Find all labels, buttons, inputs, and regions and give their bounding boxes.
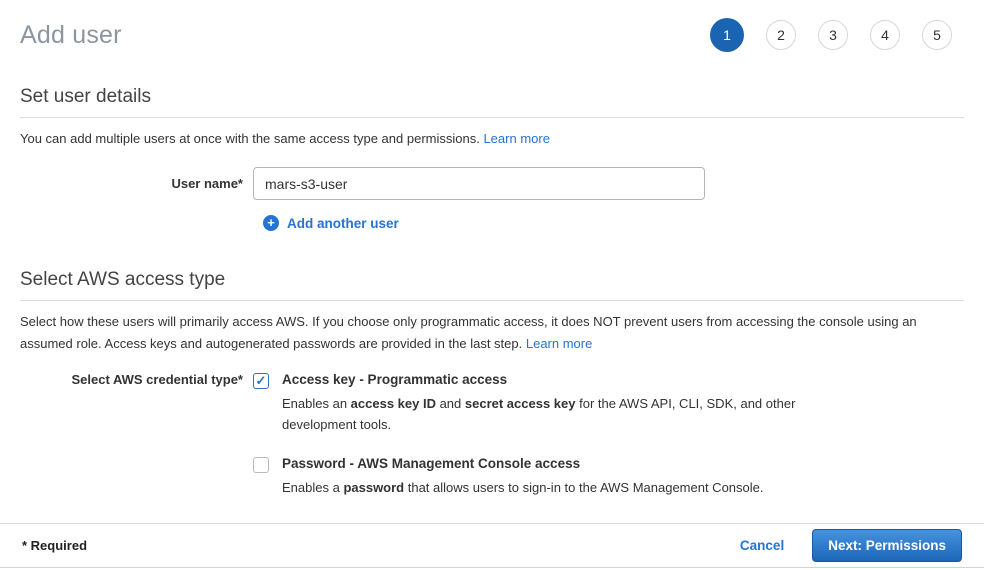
step-indicator-3: 3: [818, 20, 848, 50]
add-another-user-label: Add another user: [287, 216, 399, 231]
wizard-steps: 1 2 3 4 5: [710, 18, 952, 52]
option-access-key: Access key - Programmatic access Enables…: [253, 372, 827, 435]
section-heading-user-details: Set user details: [20, 86, 964, 118]
step-indicator-1: 1: [710, 18, 744, 52]
username-label: User name*: [20, 176, 253, 191]
add-another-user-link[interactable]: Add another user: [263, 215, 399, 231]
access-key-option-description: Enables an access key ID and secret acce…: [282, 393, 827, 435]
step-indicator-5: 5: [922, 20, 952, 50]
section-user-details: Set user details You can add multiple us…: [20, 86, 964, 231]
access-key-checkbox[interactable]: [253, 373, 269, 389]
wizard-footer: * Required Cancel Next: Permissions: [0, 523, 984, 568]
step-indicator-2: 2: [766, 20, 796, 50]
username-row: User name*: [20, 167, 964, 200]
required-note: * Required: [22, 538, 87, 553]
username-input[interactable]: [253, 167, 705, 200]
access-key-option-title: Access key - Programmatic access: [282, 372, 827, 387]
section-heading-access-type: Select AWS access type: [20, 269, 964, 301]
section-access-type: Select AWS access type Select how these …: [20, 269, 964, 498]
credential-type-row: Select AWS credential type* Access key -…: [20, 372, 964, 498]
password-checkbox[interactable]: [253, 457, 269, 473]
password-option-description: Enables a password that allows users to …: [282, 477, 764, 498]
step-indicator-4: 4: [870, 20, 900, 50]
plus-circle-icon: [263, 215, 279, 231]
learn-more-link-access-type[interactable]: Learn more: [526, 336, 592, 351]
access-type-description: Select how these users will primarily ac…: [20, 311, 964, 355]
page-title: Add user: [20, 21, 122, 50]
option-password: Password - AWS Management Console access…: [253, 456, 827, 498]
learn-more-link-user-details[interactable]: Learn more: [483, 131, 549, 146]
credential-type-label: Select AWS credential type*: [20, 372, 253, 498]
user-details-description: You can add multiple users at once with …: [20, 128, 964, 150]
cancel-button[interactable]: Cancel: [740, 538, 784, 553]
password-option-title: Password - AWS Management Console access: [282, 456, 764, 471]
next-permissions-button[interactable]: Next: Permissions: [812, 529, 962, 562]
page-header: Add user 1 2 3 4 5: [20, 14, 964, 56]
